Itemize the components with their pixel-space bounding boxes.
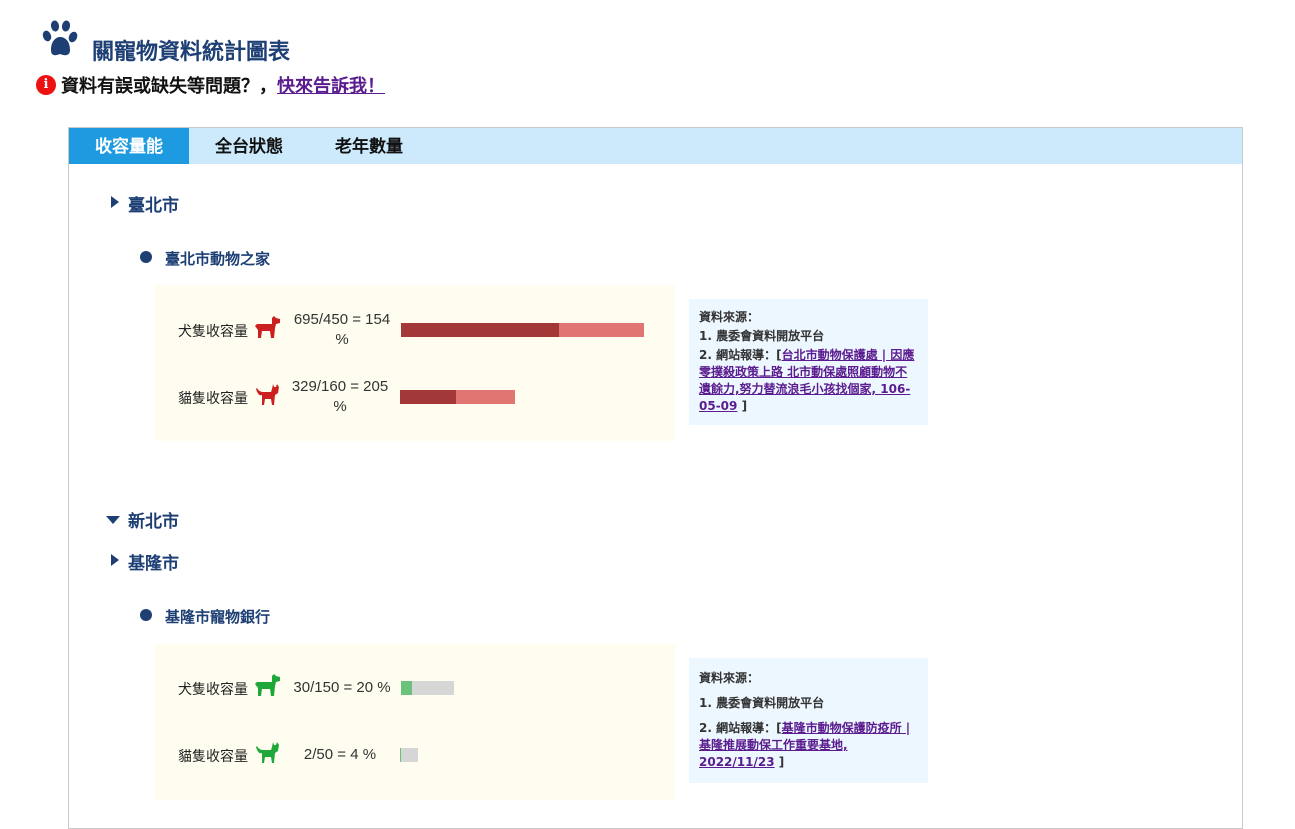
cat-capacity-ratio: 329/160 = 205 %: [291, 378, 389, 415]
shelter-name-keelung: 基隆市寵物銀行: [165, 608, 271, 626]
region-new-taipei[interactable]: 新北市: [128, 507, 179, 532]
dog-capacity-bar-fill: [401, 323, 559, 337]
shelter-name-taipei: 臺北市動物之家: [165, 250, 271, 268]
cat-capacity-ratio: 2/50 = 4 %: [303, 746, 377, 763]
capacity-card-taipei: 犬隻收容量 695/450 = 154 % 貓隻收容量 329/160 = 20…: [155, 285, 675, 441]
source-item-1: 1. 農委會資料開放平台: [699, 696, 825, 710]
feedback-row: 資料有誤或缺失等問題？，快來告訴我！: [61, 72, 385, 98]
source-item-2: 2. 網站報導：[台北市動物保護處 | 因應零撲殺政策上路 北市動保處照顧動物不…: [699, 347, 918, 415]
cat-capacity-label: 貓隻收容量: [178, 391, 248, 407]
source-item-2-prefix: 2. 網站報導：[: [699, 721, 782, 735]
dog-capacity-bar-fill: [401, 681, 412, 695]
source-item-2-suffix: ]: [737, 399, 748, 413]
caret-down-icon[interactable]: [106, 516, 120, 524]
dog-capacity-bar: [401, 323, 644, 337]
cat-icon: [256, 384, 279, 405]
source-box-keelung: 資料來源： 1. 農委會資料開放平台 2. 網站報導：[基隆市動物保護防疫所 |…: [689, 658, 928, 783]
source-item-2-suffix: ]: [774, 755, 785, 769]
feedback-prefix: 資料有誤或缺失等問題？，: [61, 76, 277, 97]
dog-capacity-ratio: 695/450 = 154 %: [293, 311, 391, 348]
tab-senior-count[interactable]: 老年數量: [309, 128, 429, 164]
tab-nationwide-status[interactable]: 全台狀態: [189, 128, 309, 164]
cat-capacity-bar: [400, 748, 418, 762]
page-title: 關寵物資料統計圖表: [92, 40, 291, 65]
cat-capacity-bar-fill: [400, 748, 401, 762]
region-keelung[interactable]: 基隆市: [128, 549, 179, 574]
cat-capacity-bar: [400, 390, 515, 404]
source-heading: 資料來源：: [699, 310, 760, 324]
paw-icon: [42, 20, 78, 56]
source-heading: 資料來源：: [699, 671, 760, 685]
bullet-dot-icon: [140, 251, 152, 263]
dog-icon: [255, 674, 280, 696]
source-item-1: 1. 農委會資料開放平台: [699, 329, 825, 343]
stats-panel: 收容量能 全台狀態 老年數量 臺北市 臺北市動物之家 犬隻收容量 695/450…: [68, 127, 1243, 829]
cat-capacity-label: 貓隻收容量: [178, 749, 248, 765]
dog-capacity-label: 犬隻收容量: [178, 324, 248, 340]
region-taipei[interactable]: 臺北市: [128, 191, 179, 216]
tab-capacity[interactable]: 收容量能: [69, 128, 189, 164]
dog-capacity-ratio: 30/150 = 20 %: [293, 679, 391, 696]
alert-icon: i: [36, 75, 56, 95]
dog-icon: [255, 316, 280, 338]
dog-capacity-label: 犬隻收容量: [178, 682, 248, 698]
capacity-card-keelung: 犬隻收容量 30/150 = 20 % 貓隻收容量 2/50 = 4 %: [155, 644, 675, 800]
caret-right-icon[interactable]: [111, 554, 119, 566]
source-item-2-prefix: 2. 網站報導：[: [699, 348, 782, 362]
tab-bar: 收容量能 全台狀態 老年數量: [69, 128, 1242, 164]
bullet-dot-icon: [140, 609, 152, 621]
cat-icon: [256, 742, 279, 763]
dog-capacity-bar: [401, 681, 454, 695]
source-item-2: 2. 網站報導：[基隆市動物保護防疫所 | 基隆推展動保工作重要基地, 2022…: [699, 720, 918, 771]
feedback-link[interactable]: 快來告訴我！: [277, 76, 385, 97]
caret-right-icon[interactable]: [111, 196, 119, 208]
cat-capacity-bar-fill: [400, 390, 457, 404]
source-box-taipei: 資料來源： 1. 農委會資料開放平台 2. 網站報導：[台北市動物保護處 | 因…: [689, 299, 928, 425]
